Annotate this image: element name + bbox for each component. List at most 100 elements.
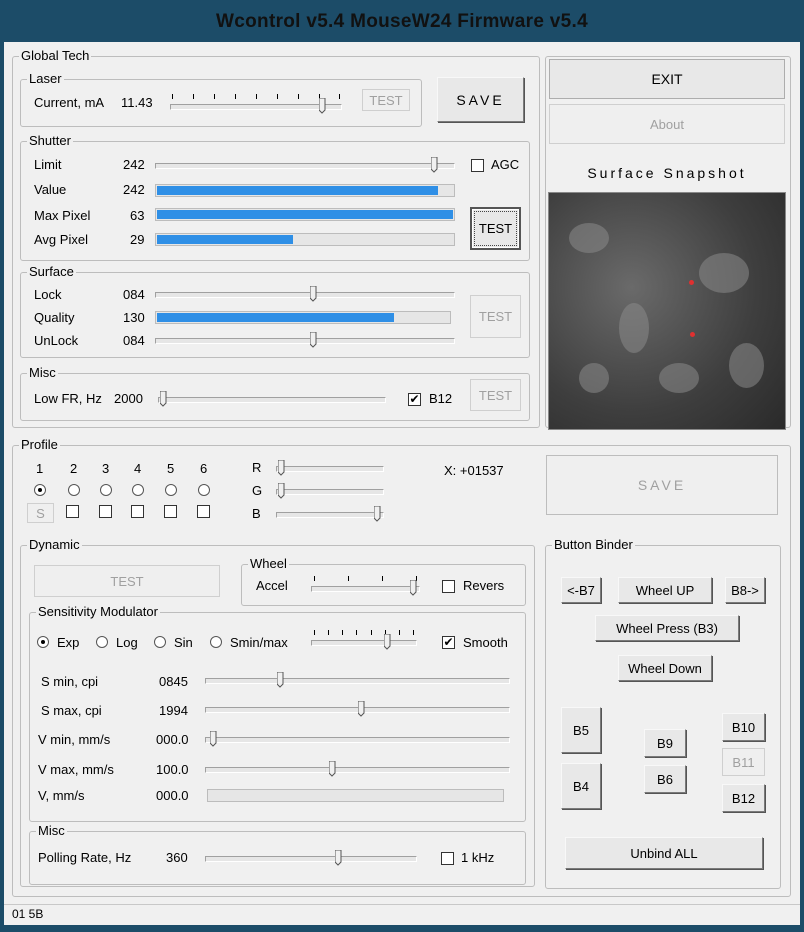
global-save-button[interactable]: SAVE [437,77,524,122]
mode-label-sminmax: Smin/max [230,635,288,650]
wheel-down-button[interactable]: Wheel Down [618,655,712,681]
b-slider[interactable] [276,512,384,518]
value-label: Value [34,182,67,197]
v-max-slider-thumb[interactable] [328,761,336,777]
profile-check-5[interactable] [164,505,177,518]
agc-checkbox[interactable] [471,159,484,172]
mode-radio-log[interactable] [96,636,108,648]
profile-num-3: 3 [102,461,110,476]
about-button[interactable]: About [549,104,785,144]
b9-button[interactable]: B9 [644,729,686,757]
unlock-slider[interactable] [155,338,455,344]
v-max-slider[interactable] [205,767,510,773]
b-slider-thumb[interactable] [374,506,381,522]
g-slider[interactable] [276,489,384,495]
mode-radio-sin[interactable] [154,636,166,648]
limit-value: 242 [123,157,145,172]
polling-rate-slider[interactable] [205,856,417,862]
b8-button[interactable]: B8-> [725,577,765,603]
r-slider-thumb[interactable] [278,460,285,476]
misc-test-button[interactable]: TEST [470,379,521,411]
b7-button[interactable]: <-B7 [561,577,601,603]
unlock-slider-thumb[interactable] [309,332,317,348]
r-slider[interactable] [276,466,384,472]
profile-check-6[interactable] [197,505,210,518]
g-slider-thumb[interactable] [278,483,285,499]
wheel-up-button[interactable]: Wheel UP [618,577,712,603]
polling-rate-label: Polling Rate, Hz [38,850,132,865]
wheel-label: Wheel [248,556,289,572]
quality-progress-fill [157,313,394,322]
dynamic-test-button[interactable]: TEST [34,565,220,597]
mode-slider[interactable] [311,640,417,646]
smooth-checkbox[interactable]: ✔ [442,636,455,649]
accel-slider-ticks [314,576,418,582]
profile-radio-5[interactable] [165,484,177,496]
b5-button[interactable]: B5 [561,707,601,753]
avg-pixel-progress [155,233,455,246]
v-label: V, mm/s [38,788,85,803]
accel-slider-thumb[interactable] [410,580,417,596]
avg-pixel-label: Avg Pixel [34,232,88,247]
polling-rate-slider-thumb[interactable] [335,850,342,866]
1khz-checkbox[interactable] [441,852,454,865]
smooth-label: Smooth [463,635,508,650]
b4-button[interactable]: B4 [561,763,601,809]
avg-pixel-progress-fill [157,235,294,244]
profile-radio-6[interactable] [198,484,210,496]
mode-label-sin: Sin [174,635,193,650]
profile-radio-4[interactable] [132,484,144,496]
s-max-slider-thumb[interactable] [357,701,365,717]
profile-num-6: 6 [200,461,208,476]
lock-slider-thumb[interactable] [309,286,317,302]
mode-radio-exp[interactable] [37,636,49,648]
quality-progress [155,311,451,324]
lock-slider[interactable] [155,292,455,298]
limit-slider-thumb[interactable] [430,157,438,173]
revers-checkbox[interactable] [442,580,455,593]
unbind-all-button[interactable]: Unbind ALL [565,837,763,869]
b11-button[interactable]: B11 [722,748,765,776]
laser-test-button[interactable]: TEST [362,89,410,111]
s-max-value: 1994 [159,703,188,718]
b12-checkbox[interactable]: ✔ [408,393,421,406]
surface-test-button[interactable]: TEST [470,295,521,338]
profile-num-2: 2 [70,461,78,476]
profile-radio-1[interactable] [34,484,46,496]
quality-label: Quality [34,310,75,325]
profile-check-4[interactable] [131,505,144,518]
b10-button[interactable]: B10 [722,713,765,741]
lock-label: Lock [34,287,62,302]
profile-check-2[interactable] [66,505,79,518]
s-min-slider-thumb[interactable] [276,672,284,688]
accel-slider[interactable] [311,586,420,592]
profile-radio-3[interactable] [100,484,112,496]
shutter-test-button[interactable]: TEST [470,207,521,250]
r-label: R [252,460,262,475]
current-label: Current, mA [34,95,105,110]
shutter-label: Shutter [27,133,73,149]
low-fr-slider-thumb[interactable] [160,391,167,407]
laser-slider-thumb[interactable] [318,98,326,114]
mode-label-log: Log [116,635,138,650]
profile-save-button[interactable]: SAVE [546,455,778,515]
b6-button[interactable]: B6 [644,765,686,793]
exit-button[interactable]: EXIT [549,59,785,99]
low-fr-slider[interactable] [158,397,386,403]
title-bar[interactable]: Wcontrol v5.4 MouseW24 Firmware v5.4 [0,0,804,42]
profile-s-button[interactable]: S [27,503,54,523]
laser-current-slider[interactable] [170,104,342,110]
surface-label: Surface [27,264,76,280]
s-min-slider[interactable] [205,678,510,684]
wheel-press-button[interactable]: Wheel Press (B3) [595,615,739,641]
v-min-slider[interactable] [205,737,510,743]
mode-radio-sminmax[interactable] [210,636,222,648]
profile-radio-2[interactable] [68,484,80,496]
profile-check-3[interactable] [99,505,112,518]
mode-slider-thumb[interactable] [383,634,391,650]
b12-button[interactable]: B12 [722,784,765,812]
v-min-slider-thumb[interactable] [210,731,217,747]
v-min-value: 000.0 [156,732,189,747]
limit-slider[interactable] [155,163,455,169]
current-value: 11.43 [121,95,153,110]
